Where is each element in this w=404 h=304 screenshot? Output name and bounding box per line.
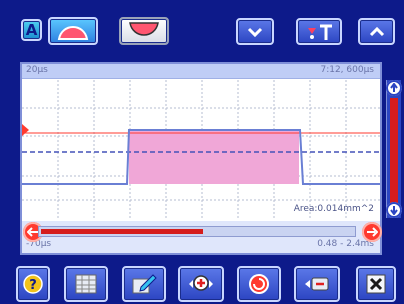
- cursor-time-label: 7:12, 600µs: [320, 65, 374, 75]
- falling-edge-icon: [129, 22, 159, 36]
- scroll-down-button[interactable]: [236, 18, 274, 45]
- help-icon: ?: [23, 274, 43, 294]
- range-label: 0.48 - 2.4ms: [317, 239, 374, 249]
- time-per-div-label: 20µs: [26, 65, 48, 75]
- probe-settings-icon: [308, 24, 332, 40]
- trigger-marker-icon[interactable]: [22, 124, 29, 136]
- zoom-in-icon: [189, 275, 213, 291]
- camera-icon: [305, 277, 329, 291]
- scroll-up-button[interactable]: [358, 18, 395, 45]
- record-button[interactable]: [237, 266, 281, 302]
- scroll-position-fill: [41, 229, 203, 234]
- camera-button[interactable]: [294, 266, 340, 302]
- arrow-right-icon: [367, 227, 378, 237]
- arrow-up-icon: [390, 83, 398, 92]
- top-toolbar: A: [0, 0, 404, 54]
- table-icon: [75, 274, 97, 294]
- zoom-in-button[interactable]: [178, 266, 224, 302]
- scroll-right-button[interactable]: [362, 222, 382, 242]
- probe-settings-button[interactable]: [296, 18, 342, 45]
- edit-icon: [132, 274, 157, 294]
- table-button[interactable]: [64, 266, 108, 302]
- close-button[interactable]: [356, 266, 396, 302]
- rising-edge-icon: [57, 26, 89, 40]
- area-readout: Area:0.014mm^2: [293, 204, 374, 214]
- svg-text:?: ?: [29, 278, 37, 293]
- vertical-scrollbar[interactable]: [386, 80, 402, 218]
- horizontal-scrollbar[interactable]: [38, 226, 356, 237]
- vscroll-down-button[interactable]: [386, 202, 402, 218]
- pulse-area: [129, 130, 299, 184]
- rising-edge-button[interactable]: [48, 17, 98, 45]
- help-button[interactable]: ?: [16, 266, 50, 302]
- waveform-grid: [22, 80, 380, 218]
- vscroll-up-button[interactable]: [386, 80, 402, 96]
- scope-header: 20µs 7:12, 600µs: [22, 64, 380, 79]
- edit-button[interactable]: [122, 266, 166, 302]
- chevron-up-icon: [369, 26, 384, 36]
- vscroll-thumb[interactable]: [390, 98, 398, 203]
- bottom-toolbar: ?: [0, 262, 404, 304]
- falling-edge-button[interactable]: [119, 17, 169, 45]
- close-icon: [366, 274, 386, 294]
- mode-a-button[interactable]: A: [21, 19, 42, 41]
- arrow-down-icon: [390, 206, 398, 215]
- chevron-down-icon: [247, 27, 263, 37]
- record-icon: [249, 274, 269, 294]
- mode-a-label: A: [25, 21, 38, 39]
